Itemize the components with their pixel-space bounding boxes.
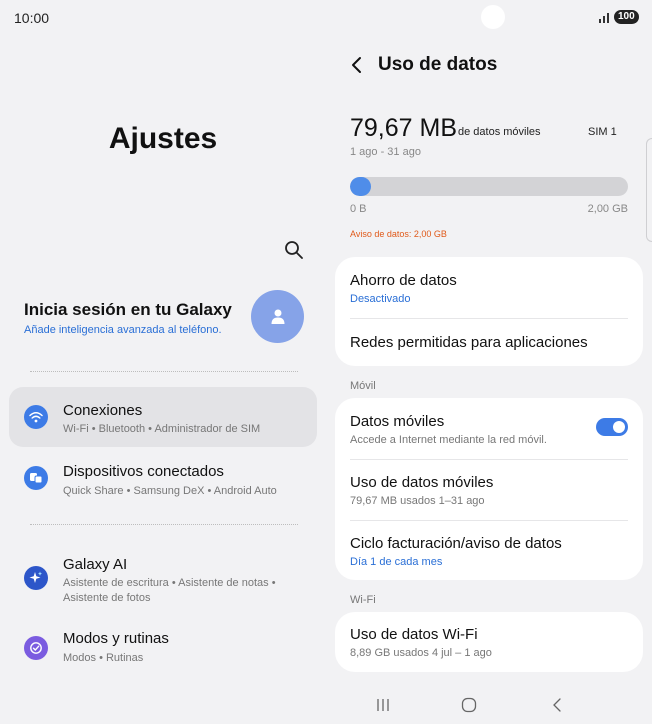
settings-pane: Ajustes Inicia sesión en tu Galaxy Añade… [0, 34, 326, 724]
status-time: 10:00 [14, 10, 50, 26]
card-data-saver: Ahorro de datos Desactivado Redes permit… [335, 257, 643, 366]
account-subtitle: Añade inteligencia avanzada al teléfono. [24, 324, 222, 336]
wifi-icon [24, 405, 48, 429]
row-uso-de-datos-wifi[interactable]: Uso de datos Wi-Fi 8,89 GB usados 4 jul … [350, 626, 628, 659]
row-subtitle: Día 1 de cada mes [350, 556, 443, 568]
usage-bar-max: 2,00 GB [587, 203, 628, 215]
row-title: Ciclo facturación/aviso de datos [350, 535, 562, 552]
row-subtitle: Desactivado [350, 293, 411, 305]
menu-item-title: Conexiones [63, 402, 143, 419]
row-title: Datos móviles [350, 413, 445, 430]
row-divider [350, 520, 628, 521]
row-divider [350, 459, 628, 460]
usage-period: 1 ago - 31 ago [350, 146, 421, 158]
divider [30, 371, 298, 372]
menu-item-modos-y-rutinas[interactable]: Modos y rutinas Modos • Rutinas [9, 620, 317, 680]
row-subtitle: Accede a Internet mediante la red móvil. [350, 434, 547, 446]
account-title[interactable]: Inicia sesión en tu Galaxy [24, 300, 232, 320]
status-bar: 10:00 100 [0, 0, 652, 34]
row-title: Uso de datos móviles [350, 474, 494, 491]
menu-item-subtitle: Asistente de escritura • Asistente de no… [63, 577, 276, 604]
divider [30, 524, 298, 525]
section-label-mobile: Móvil [350, 380, 376, 392]
menu-item-dispositivos-conectados[interactable]: Dispositivos conectados Quick Share • Sa… [9, 448, 317, 508]
row-title: Uso de datos Wi-Fi [350, 626, 478, 643]
usage-progress-bar [350, 177, 628, 196]
menu-item-title: Modos y rutinas [63, 630, 169, 647]
row-redes-permitidas[interactable]: Redes permitidas para aplicaciones [350, 334, 628, 351]
row-divider [350, 318, 628, 319]
person-icon [271, 309, 284, 324]
card-wifi-data: Uso de datos Wi-Fi 8,89 GB usados 4 jul … [335, 612, 643, 672]
sparkle-icon [24, 566, 48, 590]
row-ahorro-de-datos[interactable]: Ahorro de datos Desactivado [350, 272, 628, 305]
page-title: Uso de datos [378, 54, 498, 75]
avatar[interactable] [251, 290, 304, 343]
row-subtitle: 8,89 GB usados 4 jul – 1 ago [350, 647, 492, 659]
devices-icon [24, 466, 48, 490]
usage-bar-min: 0 B [350, 203, 367, 215]
data-warning-label: Aviso de datos: 2,00 GB [350, 229, 447, 239]
edge-panel-handle[interactable] [646, 138, 652, 242]
recent-apps-icon[interactable] [372, 694, 394, 716]
card-mobile-data: Datos móviles Accede a Internet mediante… [335, 398, 643, 580]
row-title: Ahorro de datos [350, 272, 457, 289]
menu-item-title: Dispositivos conectados [63, 463, 224, 480]
usage-value: 79,67 MB [350, 114, 458, 142]
battery-badge: 100 [614, 10, 639, 24]
row-subtitle: 79,67 MB usados 1–31 ago [350, 495, 485, 507]
menu-item-conexiones[interactable]: Conexiones Wi-Fi • Bluetooth • Administr… [9, 387, 317, 447]
check-circle-icon [24, 636, 48, 660]
usage-unit-label: de datos móviles [458, 126, 541, 138]
menu-item-subtitle: Wi-Fi • Bluetooth • Administrador de SIM [63, 423, 261, 435]
sim-label[interactable]: SIM 1 [588, 126, 617, 138]
section-label-wifi: Wi-Fi [350, 594, 376, 606]
menu-item-title: Galaxy AI [63, 556, 128, 573]
signal-icon [599, 13, 609, 23]
camera-cutout [481, 5, 505, 29]
menu-item-subtitle: Quick Share • Samsung DeX • Android Auto [63, 485, 277, 497]
usage-progress-fill [350, 177, 371, 196]
search-icon[interactable] [284, 240, 304, 260]
data-usage-pane: Uso de datos 79,67 MB de datos móviles S… [326, 34, 652, 724]
row-datos-moviles[interactable]: Datos móviles Accede a Internet mediante… [350, 413, 628, 446]
row-uso-de-datos-moviles[interactable]: Uso de datos móviles 79,67 MB usados 1–3… [350, 474, 628, 507]
home-icon[interactable] [458, 694, 480, 716]
menu-item-galaxy-ai[interactable]: Galaxy AI Asistente de escritura • Asist… [9, 548, 317, 610]
row-title: Redes permitidas para aplicaciones [350, 334, 588, 351]
navigation-bar [326, 686, 652, 724]
menu-item-subtitle: Modos • Rutinas [63, 652, 144, 664]
mobile-data-toggle[interactable] [596, 418, 628, 436]
back-arrow-icon[interactable] [350, 56, 364, 74]
settings-title: Ajustes [108, 122, 218, 155]
row-ciclo-facturacion[interactable]: Ciclo facturación/aviso de datos Día 1 d… [350, 535, 628, 568]
toggle-knob [613, 421, 625, 433]
back-icon[interactable] [546, 694, 568, 716]
